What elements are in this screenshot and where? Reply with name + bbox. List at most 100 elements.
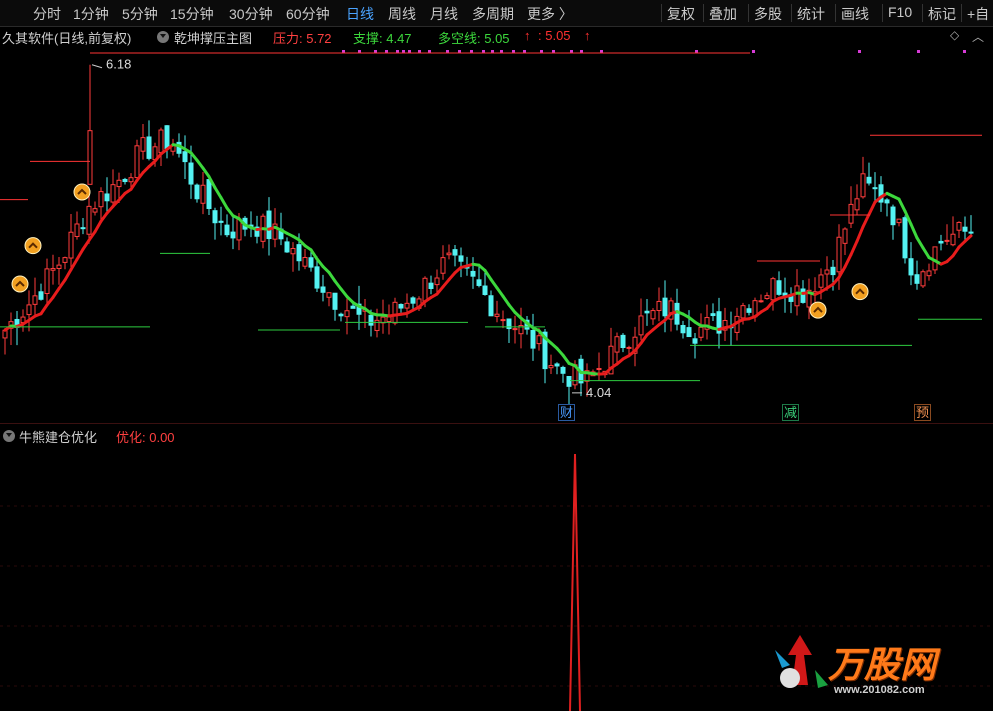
toolbar-button-7[interactable]: +自 [967,4,989,24]
candle-body [620,334,626,349]
sub-indicator-dropdown-icon[interactable] [3,430,15,442]
indicator-dropdown-icon[interactable] [157,31,169,43]
ma-line-segment [81,238,91,251]
candle-body [338,313,344,317]
candle-body [758,300,764,303]
ma-line-segment [561,353,571,365]
toolbar-button-1[interactable]: 叠加 [709,4,737,24]
ma-line-segment [921,246,931,260]
candle-body [104,193,110,202]
period-tab-10[interactable]: 更多 〉 [527,4,573,24]
candle-body [296,244,302,262]
toolbar-button-4[interactable]: 画线 [841,4,869,24]
candle-body [566,375,572,387]
candle-body [116,179,122,188]
low-price-label: 4.04 [586,385,611,400]
ma-line-segment [57,278,67,291]
candle-body [44,268,50,294]
badge-reduce[interactable]: 减 [780,404,801,421]
ma-line-segment [915,236,925,250]
candle-body [650,310,656,320]
candle-body [32,295,38,305]
period-tab-3[interactable]: 15分钟 [170,4,214,24]
buy-signal-icon [73,183,91,201]
candle-body [614,336,620,353]
period-tab-6[interactable]: 日线 [346,4,374,24]
candle-body [686,327,692,338]
candle-body [458,255,464,262]
period-tab-5[interactable]: 60分钟 [286,4,330,24]
candle-body [494,313,500,317]
candle-body [404,302,410,309]
period-tab-7[interactable]: 周线 [388,4,416,24]
candle-body [218,220,224,223]
period-tab-1[interactable]: 1分钟 [73,4,109,24]
sub-indicator-name[interactable]: 牛熊建仓优化 [19,427,97,446]
buy-signal-icon [851,283,869,301]
period-tab-0[interactable]: 分时 [33,4,61,24]
toolbar-button-3[interactable]: 统计 [797,4,825,24]
candle-body [428,282,434,289]
candle-body [326,292,332,298]
candle-body [890,206,896,226]
candle-body [50,268,56,271]
candle-body [824,269,830,275]
candle-body [182,151,188,163]
candle-body [194,184,200,200]
toolbar-button-2[interactable]: 多股 [754,4,782,24]
candle-body [788,295,794,302]
candle-body [872,187,878,190]
candle-body [956,221,962,231]
candle-body [836,236,842,273]
period-tab-2[interactable]: 5分钟 [122,4,158,24]
ma-line-segment [849,239,859,257]
candle-body [188,162,194,185]
ma-line-segment [639,333,649,345]
candle-body [134,145,140,179]
candle-body [476,279,482,286]
high-price-label: 6.18 [106,57,131,72]
toolbar-button-5[interactable]: F10 [888,4,912,20]
period-tab-4[interactable]: 30分钟 [229,4,273,24]
candle-body [332,292,338,310]
badge-finance[interactable]: 财 [556,404,577,421]
toolbar-separator [748,4,749,22]
candle-body [68,231,74,259]
diamond-icon[interactable]: ◇ [950,28,959,42]
ma-line-segment [501,294,511,307]
candle-body [770,278,776,301]
candle-body [698,326,704,338]
candle-body [56,264,62,270]
buy-signal-icon [11,275,29,293]
toolbar-button-6[interactable]: 标记 [928,4,956,24]
candle-body [290,247,296,255]
extra-value: : 5.05 [538,28,571,43]
candle-body [470,270,476,277]
candle-body [62,257,68,263]
period-tab-9[interactable]: 多周期 [472,4,514,24]
candlestick-chart[interactable]: 6.18 4.04 [0,44,993,424]
toolbar-button-0[interactable]: 复权 [667,4,695,24]
candle-body [692,338,698,344]
candle-body-high [87,130,93,185]
candle-body [122,178,128,183]
candle-body [884,199,890,204]
ma-line-segment [99,211,109,223]
pane-divider[interactable] [0,423,993,424]
ma-line-segment [897,197,907,213]
candle-body [662,297,668,317]
badge-forecast[interactable]: 预 [912,404,933,421]
candle-body [110,184,116,203]
buy-signal-icon [24,237,42,255]
candle-body [80,227,86,230]
sub-indicator-value: 优化: 0.00 [116,430,175,445]
candle-body [938,240,944,244]
candle-body [818,274,824,288]
candle-body [638,315,644,336]
period-tab-8[interactable]: 月线 [430,4,458,24]
up-chevron-icon[interactable]: ︿ [972,28,984,45]
watermark-brand: 万股网 [828,644,937,685]
candle-body [740,305,746,319]
candle-body [908,258,914,276]
candle-body [314,266,320,289]
